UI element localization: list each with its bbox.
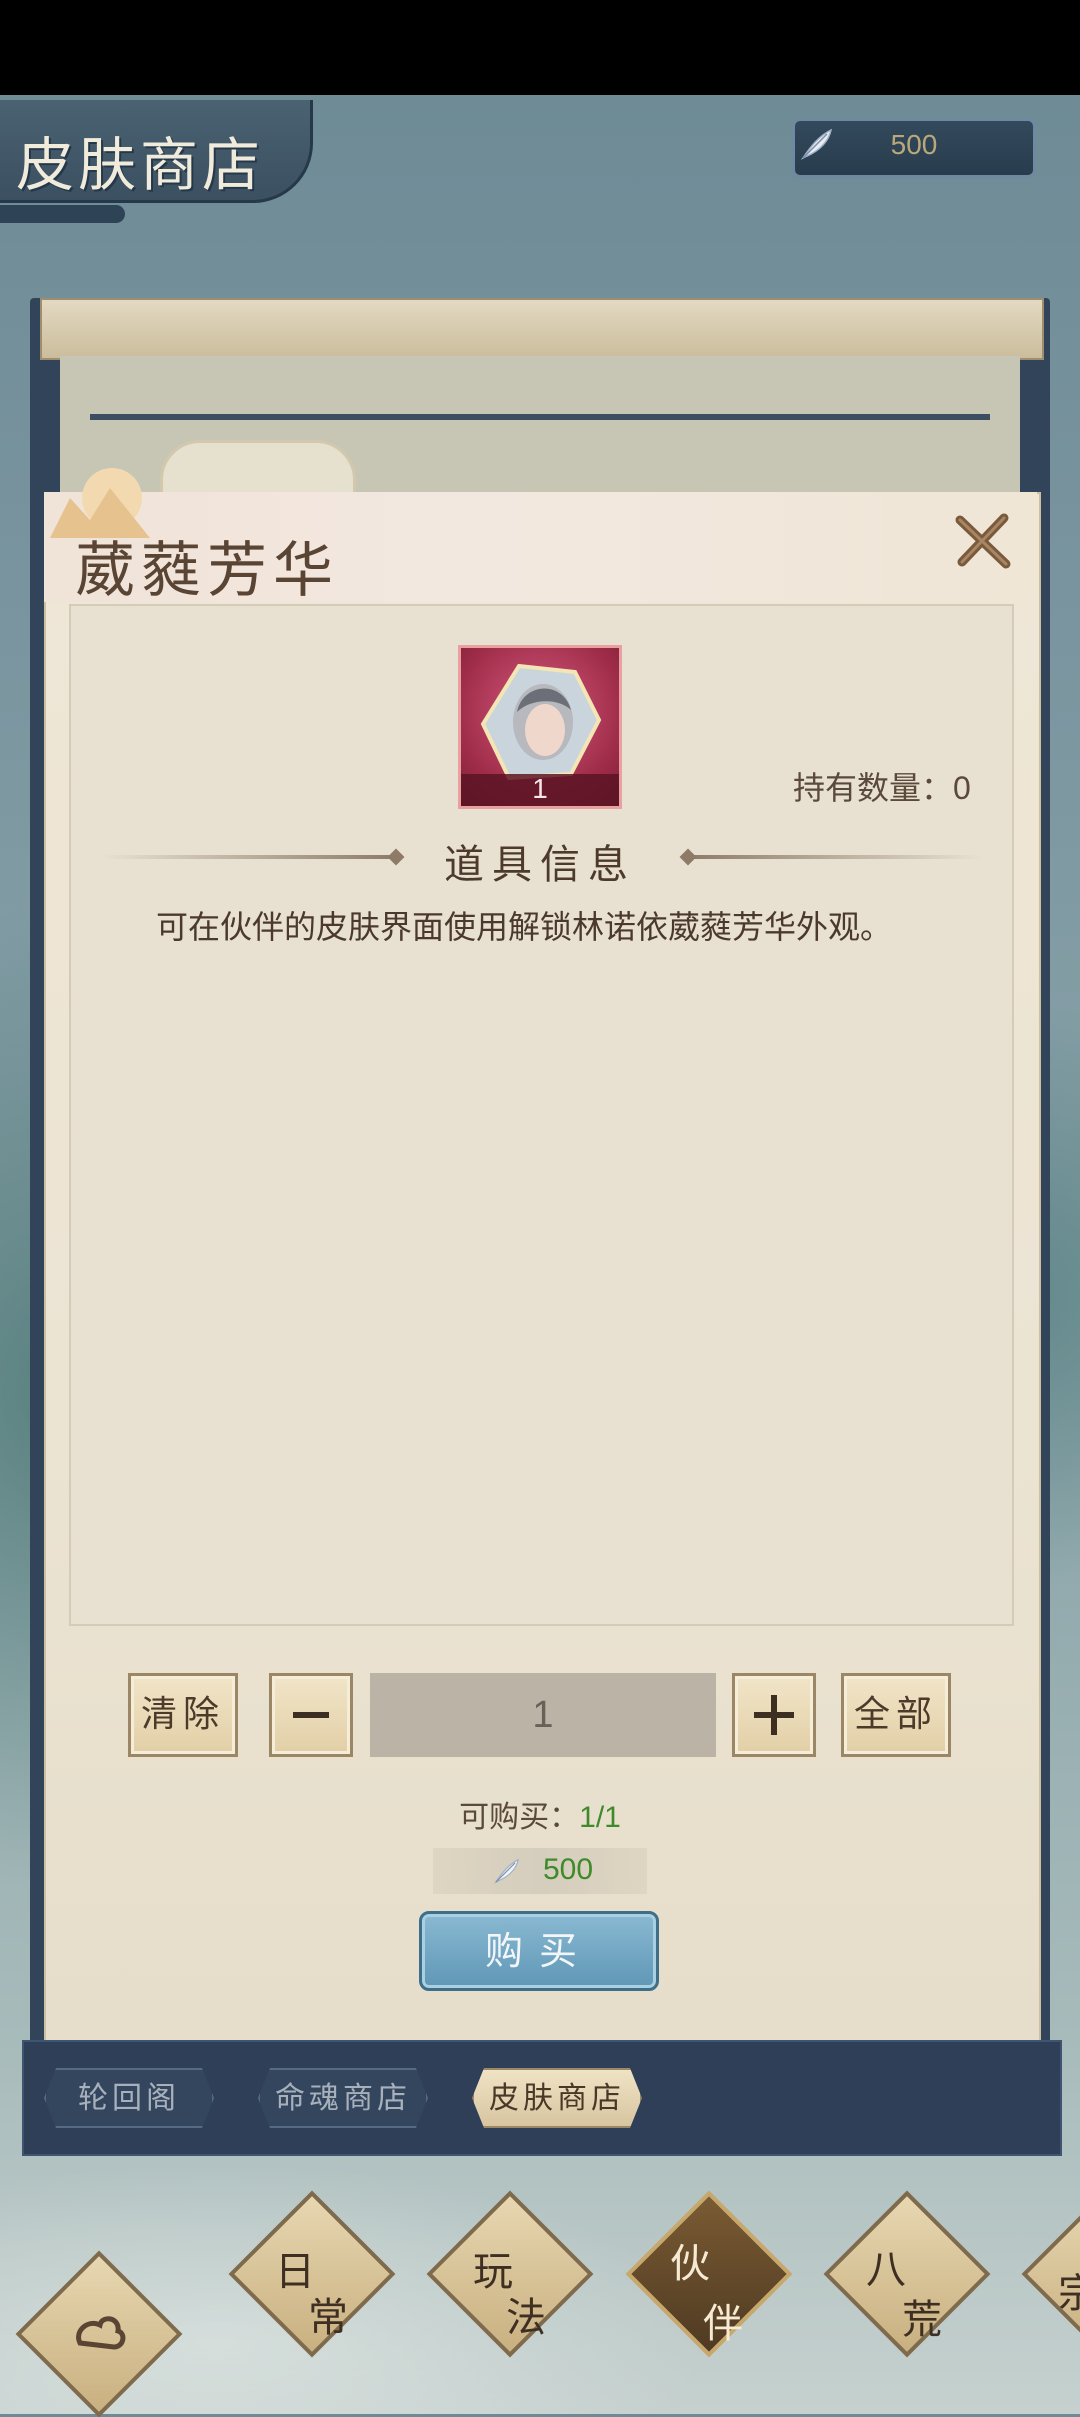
nav-gameplay-top: 玩: [473, 2249, 513, 2295]
nav-gameplay-bottom: 法: [506, 2295, 546, 2341]
dialog-title: 葳蕤芳华: [75, 536, 339, 606]
status-bar: [0, 0, 1080, 95]
buyable-info: 可购买：1/1: [0, 1792, 1080, 1836]
price-bar: [433, 1848, 647, 1894]
buyable-value: 1/1: [579, 1801, 621, 1834]
all-button[interactable]: 全部: [841, 1673, 951, 1757]
feather-icon: [494, 1858, 520, 1884]
hold-quantity-label: 持有数量：0: [793, 770, 971, 806]
minus-icon: [293, 1712, 329, 1718]
nav-daily-bottom: 常: [308, 2295, 348, 2341]
clear-button[interactable]: 清除: [128, 1673, 238, 1757]
scroll-roll: [40, 298, 1044, 360]
item-description: 可在伙伴的皮肤界面使用解锁林诺依葳蕤芳华外观。: [156, 909, 893, 945]
title-plate-ribbon: [0, 205, 125, 223]
decrease-button[interactable]: [269, 1673, 353, 1757]
nav-bahuang-bottom: 荒: [902, 2297, 942, 2343]
close-icon[interactable]: [950, 508, 1016, 574]
item-count: 1: [532, 773, 548, 804]
tab-minghun-shop[interactable]: 命魂商店: [258, 2068, 428, 2128]
buy-button[interactable]: 购买: [419, 1911, 659, 1991]
item-icon-frame[interactable]: 1: [458, 645, 622, 809]
cloud-emblem-icon: [76, 2316, 126, 2350]
buyable-label: 可购买：: [459, 1801, 580, 1834]
tab-skin-shop[interactable]: 皮肤商店: [472, 2068, 642, 2128]
price-value: 500: [543, 1853, 594, 1886]
partner-portrait-icon: [480, 663, 602, 781]
feather-icon: [800, 128, 833, 160]
nav-bahuang-top: 八: [866, 2247, 906, 2293]
nav-partner-top: 伙: [670, 2241, 710, 2287]
nav-daily-top: 日: [275, 2249, 315, 2295]
page-title: 皮肤商店: [16, 131, 265, 199]
quantity-input[interactable]: 1: [370, 1673, 716, 1757]
increase-button[interactable]: [732, 1673, 816, 1757]
section-title: 道具信息: [444, 842, 636, 888]
nav-partner-bottom: 伴: [703, 2301, 743, 2347]
tab-lunhuige[interactable]: 轮回阁: [44, 2068, 214, 2128]
nav-sect-top: 宗: [1058, 2271, 1080, 2317]
